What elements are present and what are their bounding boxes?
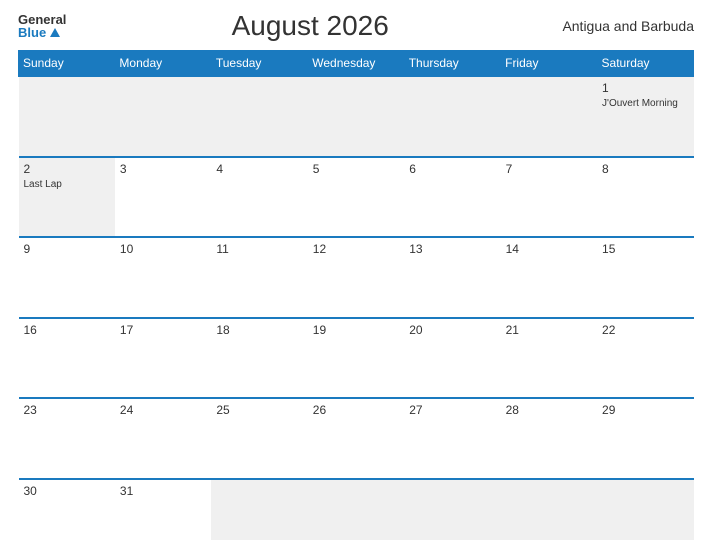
logo-triangle-icon — [50, 28, 60, 37]
calendar-cell: 9 — [19, 237, 115, 318]
day-number: 3 — [120, 162, 206, 176]
calendar-header-row: Sunday Monday Tuesday Wednesday Thursday… — [19, 51, 694, 77]
calendar-cell: 5 — [308, 157, 404, 238]
calendar-cell: 20 — [404, 318, 500, 399]
day-number: 29 — [602, 403, 688, 417]
col-tuesday: Tuesday — [211, 51, 307, 77]
day-number: 7 — [506, 162, 592, 176]
calendar-cell: 12 — [308, 237, 404, 318]
calendar-cell — [308, 76, 404, 157]
calendar-cell: 21 — [501, 318, 597, 399]
day-number: 24 — [120, 403, 206, 417]
day-number: 4 — [216, 162, 302, 176]
calendar-cell: 7 — [501, 157, 597, 238]
logo-blue-text: Blue — [18, 26, 66, 39]
calendar-cell: 25 — [211, 398, 307, 479]
day-number: 17 — [120, 323, 206, 337]
calendar-cell: 26 — [308, 398, 404, 479]
calendar-cell: 11 — [211, 237, 307, 318]
calendar-cell — [597, 479, 693, 541]
calendar-header: General Blue August 2026 Antigua and Bar… — [18, 10, 694, 42]
calendar-cell: 16 — [19, 318, 115, 399]
calendar-cell — [501, 479, 597, 541]
day-number: 28 — [506, 403, 592, 417]
calendar-cell: 28 — [501, 398, 597, 479]
day-number: 8 — [602, 162, 688, 176]
calendar-cell: 29 — [597, 398, 693, 479]
calendar-page: General Blue August 2026 Antigua and Bar… — [0, 0, 712, 550]
day-number: 26 — [313, 403, 399, 417]
calendar-cell: 18 — [211, 318, 307, 399]
day-number: 9 — [24, 242, 110, 256]
logo: General Blue — [18, 13, 66, 39]
calendar-cell — [501, 76, 597, 157]
calendar-cell: 30 — [19, 479, 115, 541]
col-saturday: Saturday — [597, 51, 693, 77]
day-number: 20 — [409, 323, 495, 337]
day-number: 23 — [24, 403, 110, 417]
calendar-cell: 13 — [404, 237, 500, 318]
col-monday: Monday — [115, 51, 211, 77]
day-number: 13 — [409, 242, 495, 256]
calendar-cell: 6 — [404, 157, 500, 238]
day-number: 5 — [313, 162, 399, 176]
calendar-cell: 8 — [597, 157, 693, 238]
day-number: 12 — [313, 242, 399, 256]
calendar-cell: 2 Last Lap — [19, 157, 115, 238]
calendar-cell — [19, 76, 115, 157]
calendar-table: Sunday Monday Tuesday Wednesday Thursday… — [18, 50, 694, 540]
calendar-cell: 15 — [597, 237, 693, 318]
calendar-cell: 31 — [115, 479, 211, 541]
day-number: 2 — [24, 162, 110, 176]
calendar-cell: 19 — [308, 318, 404, 399]
calendar-body: 1 J'Ouvert Morning 2 Last Lap 345678 9 10 11 12 1… — [19, 76, 694, 540]
day-number: 22 — [602, 323, 688, 337]
day-number: 25 — [216, 403, 302, 417]
calendar-cell: 14 — [501, 237, 597, 318]
country-name: Antigua and Barbuda — [554, 18, 694, 34]
day-number: 30 — [24, 484, 110, 498]
day-number: 31 — [120, 484, 206, 498]
day-number: 15 — [602, 242, 688, 256]
day-number: 14 — [506, 242, 592, 256]
day-number: 10 — [120, 242, 206, 256]
calendar-cell — [308, 479, 404, 541]
calendar-cell: 27 — [404, 398, 500, 479]
calendar-cell: 23 — [19, 398, 115, 479]
calendar-event: Last Lap — [24, 179, 62, 190]
calendar-cell: 1 J'Ouvert Morning — [597, 76, 693, 157]
calendar-cell: 24 — [115, 398, 211, 479]
day-number: 16 — [24, 323, 110, 337]
calendar-cell: 4 — [211, 157, 307, 238]
calendar-cell: 10 — [115, 237, 211, 318]
day-number: 27 — [409, 403, 495, 417]
col-wednesday: Wednesday — [308, 51, 404, 77]
calendar-event: J'Ouvert Morning — [602, 98, 678, 109]
col-sunday: Sunday — [19, 51, 115, 77]
calendar-cell — [404, 479, 500, 541]
calendar-cell: 22 — [597, 318, 693, 399]
day-number: 19 — [313, 323, 399, 337]
col-friday: Friday — [501, 51, 597, 77]
day-number: 21 — [506, 323, 592, 337]
day-number: 11 — [216, 242, 302, 256]
calendar-cell — [211, 76, 307, 157]
day-number: 6 — [409, 162, 495, 176]
calendar-cell — [115, 76, 211, 157]
col-thursday: Thursday — [404, 51, 500, 77]
calendar-cell — [211, 479, 307, 541]
calendar-cell: 3 — [115, 157, 211, 238]
day-number: 18 — [216, 323, 302, 337]
day-number: 1 — [602, 81, 688, 95]
calendar-cell: 17 — [115, 318, 211, 399]
calendar-title: August 2026 — [66, 10, 554, 42]
calendar-cell — [404, 76, 500, 157]
